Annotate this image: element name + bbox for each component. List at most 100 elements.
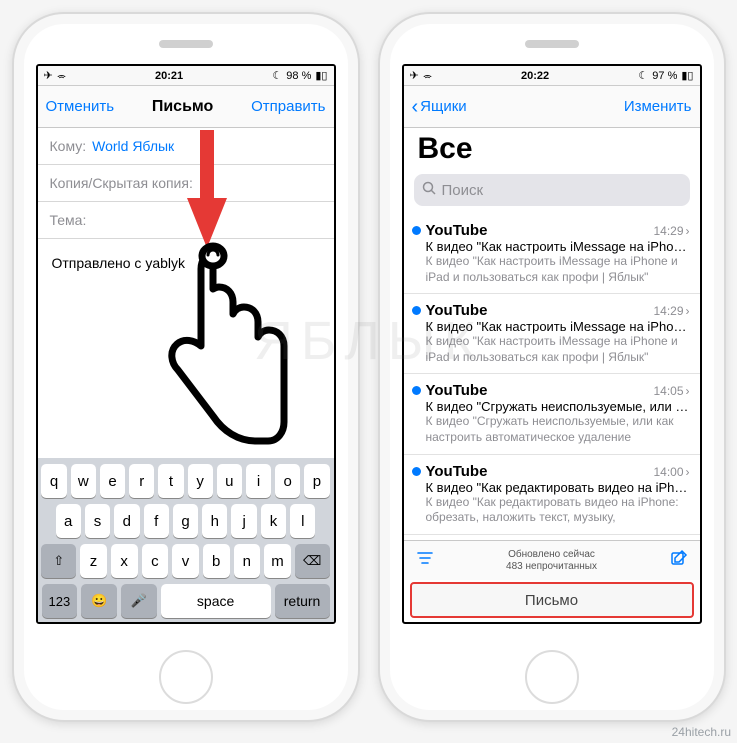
wifi-icon (57, 70, 66, 82)
search-icon (422, 181, 436, 199)
key-c[interactable]: c (142, 544, 169, 578)
inbox-title: Все (404, 128, 700, 174)
key-g[interactable]: g (173, 504, 198, 538)
key-k[interactable]: k (261, 504, 286, 538)
back-label: Ящики (420, 98, 467, 115)
chevron-right-icon: › (686, 384, 690, 398)
key-delete[interactable]: ⌫ (295, 544, 330, 578)
gesture-hand-icon (158, 236, 288, 456)
key-b[interactable]: b (203, 544, 230, 578)
mail-list[interactable]: YouTube14:29 ›К видео "Как настроить iMe… (404, 214, 700, 540)
mail-time: 14:29 › (653, 224, 689, 238)
battery-icon: ▮▯ (681, 69, 693, 82)
edit-button[interactable]: Изменить (624, 98, 692, 115)
mail-sender: YouTube (426, 302, 488, 319)
key-mic[interactable]: 🎤 (121, 584, 157, 618)
filter-icon[interactable] (416, 549, 434, 572)
battery-percent: 97 % (652, 70, 677, 82)
key-r[interactable]: r (129, 464, 154, 498)
to-label: Кому: (50, 138, 87, 154)
mail-preview: К видео "Сгружать неиспользуемые, или ка… (426, 414, 690, 445)
mail-row[interactable]: YouTube14:29 ›К видео "Как настроить iMe… (404, 214, 700, 294)
subject-label: Тема: (50, 212, 87, 228)
mail-time: 14:29 › (653, 304, 689, 318)
key-z[interactable]: z (80, 544, 107, 578)
key-i[interactable]: i (246, 464, 271, 498)
image-source-credit: 24hitech.ru (672, 725, 731, 739)
status-bar: ✈︎ 20:22 ☾ 97 % ▮▯ (404, 66, 700, 86)
draft-minimized-bar[interactable]: Письмо (410, 582, 694, 618)
phone-speaker (159, 40, 213, 48)
gesture-arrow-icon (184, 130, 230, 250)
home-button[interactable] (525, 650, 579, 704)
status-bar: ✈︎ 20:21 ☾ 98 % ▮▯ (38, 66, 334, 86)
key-w[interactable]: w (71, 464, 96, 498)
mail-subject: К видео "Как редактировать видео на iPho… (426, 480, 690, 495)
compose-title: Письмо (152, 98, 213, 116)
inbox-navbar: ‹ Ящики Изменить (404, 86, 700, 128)
toolbar-status: Обновлено сейчас 483 непрочитанных (506, 549, 597, 573)
key-shift[interactable]: ⇧ (41, 544, 76, 578)
key-v[interactable]: v (172, 544, 199, 578)
key-n[interactable]: n (234, 544, 261, 578)
unread-count: 483 непрочитанных (506, 561, 597, 573)
key-x[interactable]: x (111, 544, 138, 578)
keyboard: qwertyuiop asdfghjkl ⇧zxcvbnm⌫ 123 😀 🎤 s… (38, 458, 334, 622)
keyboard-row-1: qwertyuiop (42, 464, 330, 498)
mail-row[interactable]: YouTube13:58 ›К видео "Как редактировать… (404, 535, 700, 540)
key-h[interactable]: h (202, 504, 227, 538)
phone-right: ✈︎ 20:22 ☾ 97 % ▮▯ ‹ Ящики Изменить Все (378, 12, 726, 722)
chevron-right-icon: › (686, 224, 690, 238)
back-button[interactable]: ‹ Ящики (412, 97, 467, 117)
key-q[interactable]: q (41, 464, 66, 498)
unread-dot-icon (412, 226, 421, 235)
mail-time: 14:05 › (653, 384, 689, 398)
mail-row[interactable]: YouTube 14:05 › К видео "Сгружать неисполь… (404, 374, 700, 454)
mail-subject: К видео "Как настроить iMessage на iPhon… (426, 319, 690, 334)
search-input[interactable]: Поиск (414, 174, 690, 206)
screen-inbox: ✈︎ 20:22 ☾ 97 % ▮▯ ‹ Ящики Изменить Все (402, 64, 702, 624)
key-l[interactable]: l (290, 504, 315, 538)
key-d[interactable]: d (114, 504, 139, 538)
moon-icon: ☾ (272, 69, 282, 82)
mail-sender: YouTube (426, 463, 488, 480)
key-space[interactable]: space (161, 584, 271, 618)
unread-dot-icon (412, 386, 421, 395)
keyboard-row-3: ⇧zxcvbnm⌫ (42, 544, 330, 578)
key-a[interactable]: a (56, 504, 81, 538)
moon-icon: ☾ (638, 69, 648, 82)
mail-preview: К видео "Как редактировать видео на iPho… (426, 495, 690, 526)
key-m[interactable]: m (264, 544, 291, 578)
key-return[interactable]: return (275, 584, 330, 618)
inbox-toolbar: Обновлено сейчас 483 непрочитанных (404, 540, 700, 580)
screen-compose: ✈︎ 20:21 ☾ 98 % ▮▯ Отменить Письмо Отпра… (36, 64, 336, 624)
key-f[interactable]: f (144, 504, 169, 538)
key-123[interactable]: 123 (42, 584, 78, 618)
compose-icon[interactable] (670, 549, 688, 572)
key-e[interactable]: e (100, 464, 125, 498)
unread-dot-icon (412, 467, 421, 476)
mail-sender: YouTube (426, 382, 488, 399)
key-y[interactable]: y (188, 464, 213, 498)
battery-percent: 98 % (286, 70, 311, 82)
key-u[interactable]: u (217, 464, 242, 498)
key-t[interactable]: t (158, 464, 183, 498)
cancel-button[interactable]: Отменить (46, 98, 115, 115)
chevron-left-icon: ‹ (412, 97, 419, 117)
chevron-right-icon: › (686, 465, 690, 479)
key-p[interactable]: p (304, 464, 329, 498)
send-button[interactable]: Отправить (251, 98, 325, 115)
compose-navbar: Отменить Письмо Отправить (38, 86, 334, 128)
key-j[interactable]: j (231, 504, 256, 538)
key-emoji[interactable]: 😀 (81, 584, 117, 618)
keyboard-row-4: 123 😀 🎤 space return (42, 584, 330, 618)
key-s[interactable]: s (85, 504, 110, 538)
mail-row[interactable]: YouTube14:00 ›К видео "Как редактировать… (404, 455, 700, 535)
cc-label: Копия/Скрытая копия: (50, 175, 193, 191)
keyboard-row-2: asdfghjkl (42, 504, 330, 538)
mail-row[interactable]: YouTube 14:29 ›К видео "Как настроить iMe… (404, 294, 700, 374)
home-button[interactable] (159, 650, 213, 704)
unread-dot-icon (412, 306, 421, 315)
updated-label: Обновлено сейчас (506, 549, 597, 561)
key-o[interactable]: o (275, 464, 300, 498)
